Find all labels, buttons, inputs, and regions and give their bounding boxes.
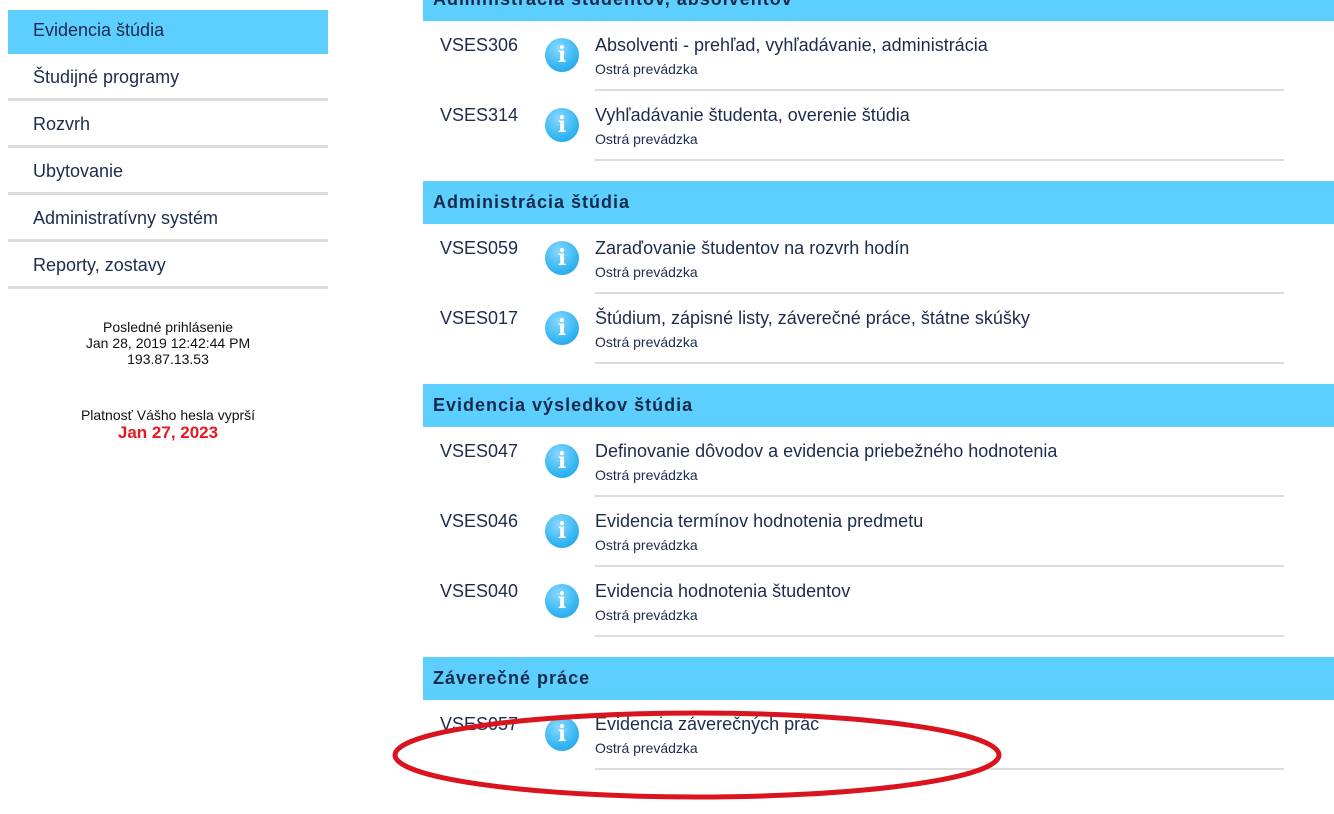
password-expiry-info: Platnosť Vášho hesla vyprší Jan 27, 2023 bbox=[8, 407, 328, 441]
module-status: Ostrá prevádzka bbox=[595, 264, 698, 280]
info-icon[interactable]: i bbox=[545, 311, 579, 345]
info-icon[interactable]: i bbox=[545, 717, 579, 751]
module-link[interactable]: Evidencia záverečných prác bbox=[595, 714, 819, 735]
module-entry: VSES017 i Štúdium, zápisné listy, závere… bbox=[423, 294, 1334, 364]
module-status: Ostrá prevádzka bbox=[595, 61, 698, 77]
info-icon[interactable]: i bbox=[545, 241, 579, 275]
module-code: VSES057 bbox=[440, 714, 519, 734]
divider bbox=[595, 159, 1284, 161]
sidebar-item-evidencia-studia[interactable]: Evidencia štúdia bbox=[8, 10, 328, 54]
module-link[interactable]: Absolventi - prehľad, vyhľadávanie, admi… bbox=[595, 35, 988, 56]
section-header: Administrácia študentov, absolventov bbox=[423, 0, 1334, 21]
last-login-label: Posledné prihlásenie bbox=[103, 319, 233, 335]
module-code: VSES306 bbox=[440, 35, 519, 55]
module-status: Ostrá prevádzka bbox=[595, 467, 698, 483]
module-code: VSES040 bbox=[440, 581, 519, 601]
module-link[interactable]: Evidencia hodnotenia študentov bbox=[595, 581, 850, 602]
module-status: Ostrá prevádzka bbox=[595, 740, 698, 756]
divider bbox=[595, 768, 1284, 770]
section-header: Administrácia štúdia bbox=[423, 181, 1334, 224]
module-status: Ostrá prevádzka bbox=[595, 607, 698, 623]
module-link[interactable]: Zaraďovanie študentov na rozvrh hodín bbox=[595, 238, 909, 259]
module-entry: VSES047 i Definovanie dôvodov a evidenci… bbox=[423, 427, 1334, 497]
module-entry: VSES057 i Evidencia záverečných prác Ost… bbox=[423, 700, 1334, 770]
info-icon[interactable]: i bbox=[545, 444, 579, 478]
module-code: VSES017 bbox=[440, 308, 519, 328]
module-link[interactable]: Štúdium, zápisné listy, záverečné práce,… bbox=[595, 308, 1030, 329]
sidebar-item-ubytovanie[interactable]: Ubytovanie bbox=[8, 151, 328, 195]
sidebar-item-studijne-programy[interactable]: Študijné programy bbox=[8, 57, 328, 101]
sidebar-item-reporty-zostavy[interactable]: Reporty, zostavy bbox=[8, 245, 328, 289]
main-content: Administrácia študentov, absolventov VSE… bbox=[423, 0, 1334, 770]
password-expiry-date: Jan 27, 2023 bbox=[117, 423, 219, 442]
module-code: VSES314 bbox=[440, 105, 519, 125]
module-entry: VSES059 i Zaraďovanie študentov na rozvr… bbox=[423, 224, 1334, 294]
last-login-info: Posledné prihlásenie Jan 28, 2019 12:42:… bbox=[8, 319, 328, 367]
info-icon[interactable]: i bbox=[545, 514, 579, 548]
sidebar-item-administrativny-system[interactable]: Administratívny systém bbox=[8, 198, 328, 242]
module-entry: VSES046 i Evidencia termínov hodnotenia … bbox=[423, 497, 1334, 567]
info-icon[interactable]: i bbox=[545, 38, 579, 72]
sidebar-item-rozvrh[interactable]: Rozvrh bbox=[8, 104, 328, 148]
module-status: Ostrá prevádzka bbox=[595, 131, 698, 147]
module-entry: VSES306 i Absolventi - prehľad, vyhľadáv… bbox=[423, 21, 1334, 91]
info-icon[interactable]: i bbox=[545, 108, 579, 142]
sidebar: Evidencia štúdia Študijné programy Rozvr… bbox=[8, 10, 328, 441]
module-code: VSES046 bbox=[440, 511, 519, 531]
module-code: VSES059 bbox=[440, 238, 519, 258]
section-header: Evidencia výsledkov štúdia bbox=[423, 384, 1334, 427]
section-header: Záverečné práce bbox=[423, 657, 1334, 700]
divider bbox=[595, 362, 1284, 364]
module-status: Ostrá prevádzka bbox=[595, 334, 698, 350]
module-entry: VSES040 i Evidencia hodnotenia študentov… bbox=[423, 567, 1334, 637]
module-code: VSES047 bbox=[440, 441, 519, 461]
module-link[interactable]: Evidencia termínov hodnotenia predmetu bbox=[595, 511, 923, 532]
module-link[interactable]: Vyhľadávanie študenta, overenie štúdia bbox=[595, 105, 910, 126]
info-icon[interactable]: i bbox=[545, 584, 579, 618]
module-link[interactable]: Definovanie dôvodov a evidencia priebežn… bbox=[595, 441, 1057, 462]
module-entry: VSES314 i Vyhľadávanie študenta, overeni… bbox=[423, 91, 1334, 161]
divider bbox=[595, 635, 1284, 637]
last-login-ip: 193.87.13.53 bbox=[127, 351, 209, 367]
module-status: Ostrá prevádzka bbox=[595, 537, 698, 553]
last-login-datetime: Jan 28, 2019 12:42:44 PM bbox=[85, 335, 251, 351]
password-expiry-label: Platnosť Vášho hesla vyprší bbox=[80, 407, 256, 423]
